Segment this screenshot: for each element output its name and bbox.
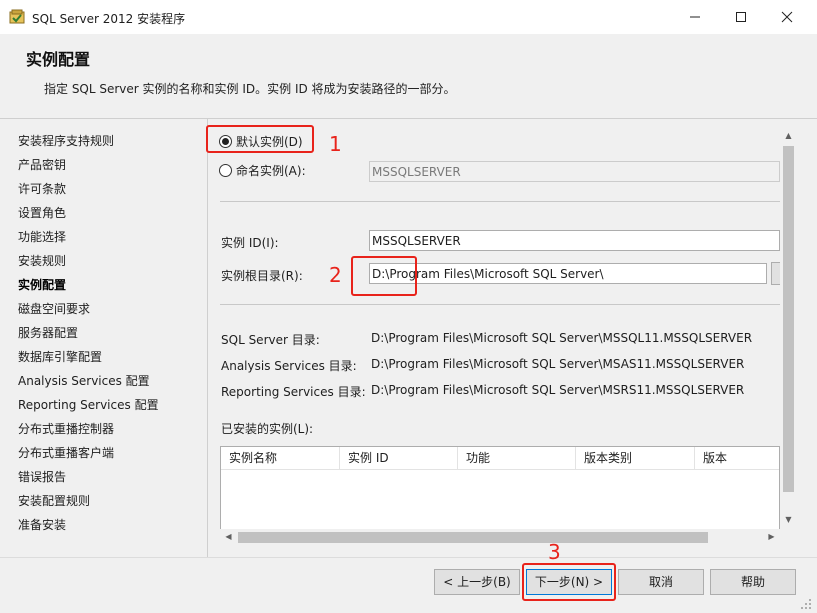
instance-id-label: 实例 ID(I): bbox=[221, 236, 279, 250]
footer-divider bbox=[0, 557, 817, 558]
scroll-thumb[interactable] bbox=[783, 146, 794, 492]
instance-root-label: 实例根目录(R): bbox=[221, 269, 303, 283]
table-header-border bbox=[221, 469, 779, 470]
annotation-box-2 bbox=[351, 256, 417, 296]
minimize-button[interactable] bbox=[672, 0, 718, 34]
annotation-number-2: 2 bbox=[329, 263, 342, 287]
sql-server-setup-icon bbox=[9, 9, 25, 24]
analysis-services-dir-label: Analysis Services 目录: bbox=[221, 359, 357, 373]
named-instance-label[interactable]: 命名实例(A): bbox=[236, 162, 306, 179]
column-header-version[interactable]: 版本 bbox=[695, 447, 779, 469]
separator bbox=[220, 201, 780, 202]
close-icon bbox=[781, 11, 793, 23]
nav-item-server-configuration[interactable]: 服务器配置 bbox=[18, 324, 78, 341]
scroll-right-icon[interactable]: ▶ bbox=[763, 532, 780, 541]
scroll-thumb[interactable] bbox=[238, 532, 708, 543]
sql-server-dir-value: D:\Program Files\Microsoft SQL Server\MS… bbox=[371, 331, 753, 345]
scroll-up-icon[interactable]: ▲ bbox=[780, 131, 797, 140]
nav-item-setup-role[interactable]: 设置角色 bbox=[18, 204, 66, 221]
maximize-button[interactable] bbox=[718, 0, 764, 34]
installed-instances-label: 已安装的实例(L): bbox=[221, 422, 314, 436]
nav-item-ready-to-install[interactable]: 准备安装 bbox=[18, 516, 66, 533]
page-description: 指定 SQL Server 实例的名称和实例 ID。实例 ID 将成为安装路径的… bbox=[44, 82, 456, 96]
scroll-down-icon[interactable]: ▼ bbox=[780, 515, 797, 524]
nav-item-analysis-services[interactable]: Analysis Services 配置 bbox=[18, 372, 150, 389]
column-header-instance-name[interactable]: 实例名称 bbox=[221, 447, 340, 469]
nav-item-error-reporting[interactable]: 错误报告 bbox=[18, 468, 66, 485]
close-button[interactable] bbox=[764, 0, 810, 34]
scroll-left-icon[interactable]: ◀ bbox=[220, 532, 237, 541]
minimize-icon bbox=[690, 16, 700, 18]
nav-item-feature-selection[interactable]: 功能选择 bbox=[18, 228, 66, 245]
back-button[interactable]: < 上一步(B) bbox=[434, 569, 520, 595]
nav-item-instance-configuration[interactable]: 实例配置 bbox=[18, 276, 66, 293]
table-horizontal-scrollbar[interactable]: ◀ ▶ bbox=[220, 529, 780, 546]
help-button[interactable]: 帮助 bbox=[710, 569, 796, 595]
maximize-icon bbox=[736, 12, 746, 22]
instance-root-input[interactable]: D:\Program Files\Microsoft SQL Server\ bbox=[369, 263, 767, 284]
page-header bbox=[0, 34, 817, 119]
column-header-instance-id[interactable]: 实例 ID bbox=[340, 447, 458, 469]
nav-item-setup-support-rules[interactable]: 安装程序支持规则 bbox=[18, 132, 114, 149]
page-title: 实例配置 bbox=[26, 50, 91, 69]
nav-item-replay-client[interactable]: 分布式重播客户端 bbox=[18, 444, 114, 461]
nav-item-disk-space[interactable]: 磁盘空间要求 bbox=[18, 300, 90, 317]
nav-item-replay-controller[interactable]: 分布式重播控制器 bbox=[18, 420, 114, 437]
named-instance-input[interactable]: MSSQLSERVER bbox=[369, 161, 780, 182]
annotation-box-3 bbox=[522, 563, 616, 601]
resize-grip-icon[interactable] bbox=[801, 597, 813, 609]
named-instance-radio[interactable] bbox=[219, 164, 232, 177]
nav-item-installation-rules[interactable]: 安装规则 bbox=[18, 252, 66, 269]
annotation-number-3: 3 bbox=[548, 540, 561, 564]
column-header-features[interactable]: 功能 bbox=[458, 447, 576, 469]
annotation-number-1: 1 bbox=[329, 132, 342, 156]
reporting-services-dir-value: D:\Program Files\Microsoft SQL Server\MS… bbox=[371, 383, 745, 397]
nav-item-license-terms[interactable]: 许可条款 bbox=[18, 180, 66, 197]
window-title: SQL Server 2012 安装程序 bbox=[32, 12, 186, 26]
cancel-button[interactable]: 取消 bbox=[618, 569, 704, 595]
separator bbox=[220, 304, 780, 305]
nav-item-reporting-services[interactable]: Reporting Services 配置 bbox=[18, 396, 159, 413]
sql-server-dir-label: SQL Server 目录: bbox=[221, 333, 320, 347]
column-header-edition[interactable]: 版本类别 bbox=[576, 447, 695, 469]
nav-item-product-key[interactable]: 产品密钥 bbox=[18, 156, 66, 173]
nav-item-database-engine[interactable]: 数据库引擎配置 bbox=[18, 348, 102, 365]
nav-item-config-rules[interactable]: 安装配置规则 bbox=[18, 492, 90, 509]
annotation-box-1 bbox=[206, 125, 314, 153]
reporting-services-dir-label: Reporting Services 目录: bbox=[221, 385, 366, 399]
wizard-steps-nav: 安装程序支持规则 产品密钥 许可条款 设置角色 功能选择 安装规则 实例配置 磁… bbox=[0, 119, 207, 557]
analysis-services-dir-value: D:\Program Files\Microsoft SQL Server\MS… bbox=[371, 357, 745, 371]
instance-id-input[interactable]: MSSQLSERVER bbox=[369, 230, 780, 251]
